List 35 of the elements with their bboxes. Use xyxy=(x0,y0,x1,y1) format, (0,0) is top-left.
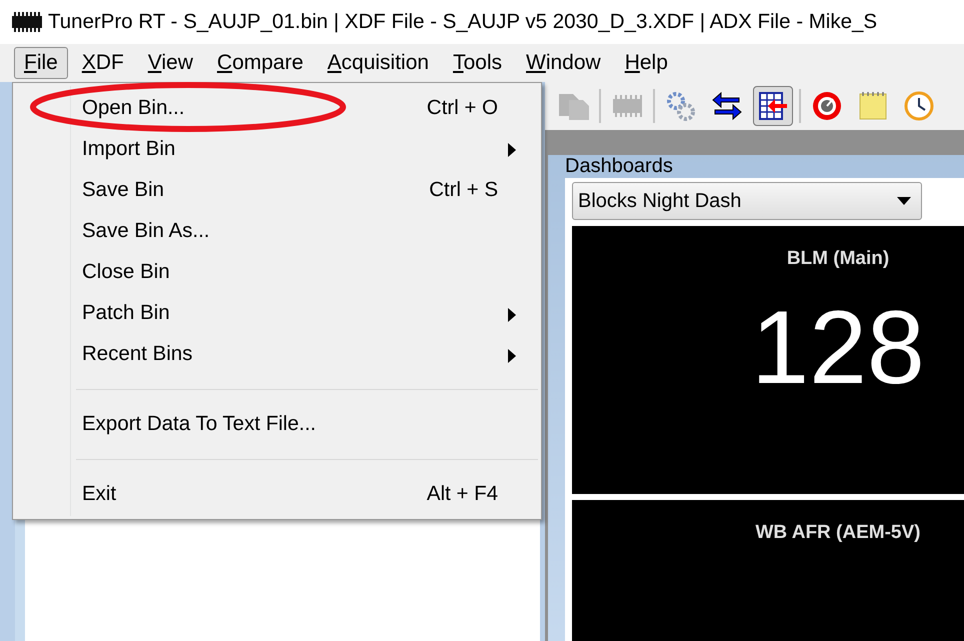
submenu-arrow-icon xyxy=(508,308,516,322)
menu-entry[interactable]: Patch Bin xyxy=(16,292,538,334)
gauge-icon xyxy=(811,90,843,122)
menu-item[interactable]: Tools xyxy=(442,47,512,79)
menu-item[interactable]: File xyxy=(14,47,68,79)
menu-item[interactable]: Help xyxy=(614,47,678,79)
submenu-arrow-icon xyxy=(508,143,516,158)
gauge-label: WB AFR (AEM-5V) xyxy=(756,522,920,544)
submenu-arrow-icon xyxy=(508,348,516,363)
chip-icon xyxy=(12,12,42,32)
menu-entry[interactable]: Exit Alt + F4 xyxy=(16,474,538,515)
notepad-icon xyxy=(857,90,889,122)
window-title: TunerPro RT - S_AUJP_01.bin | XDF File - S_AUJP v5 2030_D_3.XDF | ADX File - Mike_S xyxy=(48,10,878,34)
menu-item[interactable]: Window xyxy=(516,47,611,79)
swap-arrows-icon xyxy=(711,90,743,122)
dropdown-arrow-icon xyxy=(897,197,911,205)
menu-entry[interactable]: Open Bin... Ctrl + O xyxy=(16,87,538,128)
menu-entry[interactable]: Close Bin xyxy=(16,252,538,293)
menu-item[interactable]: Acquisition xyxy=(317,47,439,79)
gauge-label: BLM (Main) xyxy=(786,248,890,270)
menu-entry[interactable]: Import Bin xyxy=(16,128,538,170)
menu-entry[interactable]: Save Bin Ctrl + S xyxy=(16,169,538,210)
dashboard-dropdown[interactable]: Blocks Night Dash xyxy=(572,182,922,220)
menu-entry[interactable]: Save Bin As... xyxy=(16,210,538,252)
toolbar-button[interactable] xyxy=(753,86,793,126)
gears-icon xyxy=(665,90,697,122)
table-arrow-icon xyxy=(757,90,789,122)
window-title: Dashboards xyxy=(565,155,674,178)
menu-item[interactable]: Compare xyxy=(207,47,314,79)
menu-item[interactable]: XDF xyxy=(72,47,134,79)
menu-entry[interactable]: Recent Bins xyxy=(16,334,538,375)
clock-icon xyxy=(903,90,935,122)
gauge-value: 128 xyxy=(751,296,925,400)
menu-item[interactable]: View xyxy=(138,47,204,79)
menu-entry[interactable]: Export Data To Text File... xyxy=(16,404,538,445)
